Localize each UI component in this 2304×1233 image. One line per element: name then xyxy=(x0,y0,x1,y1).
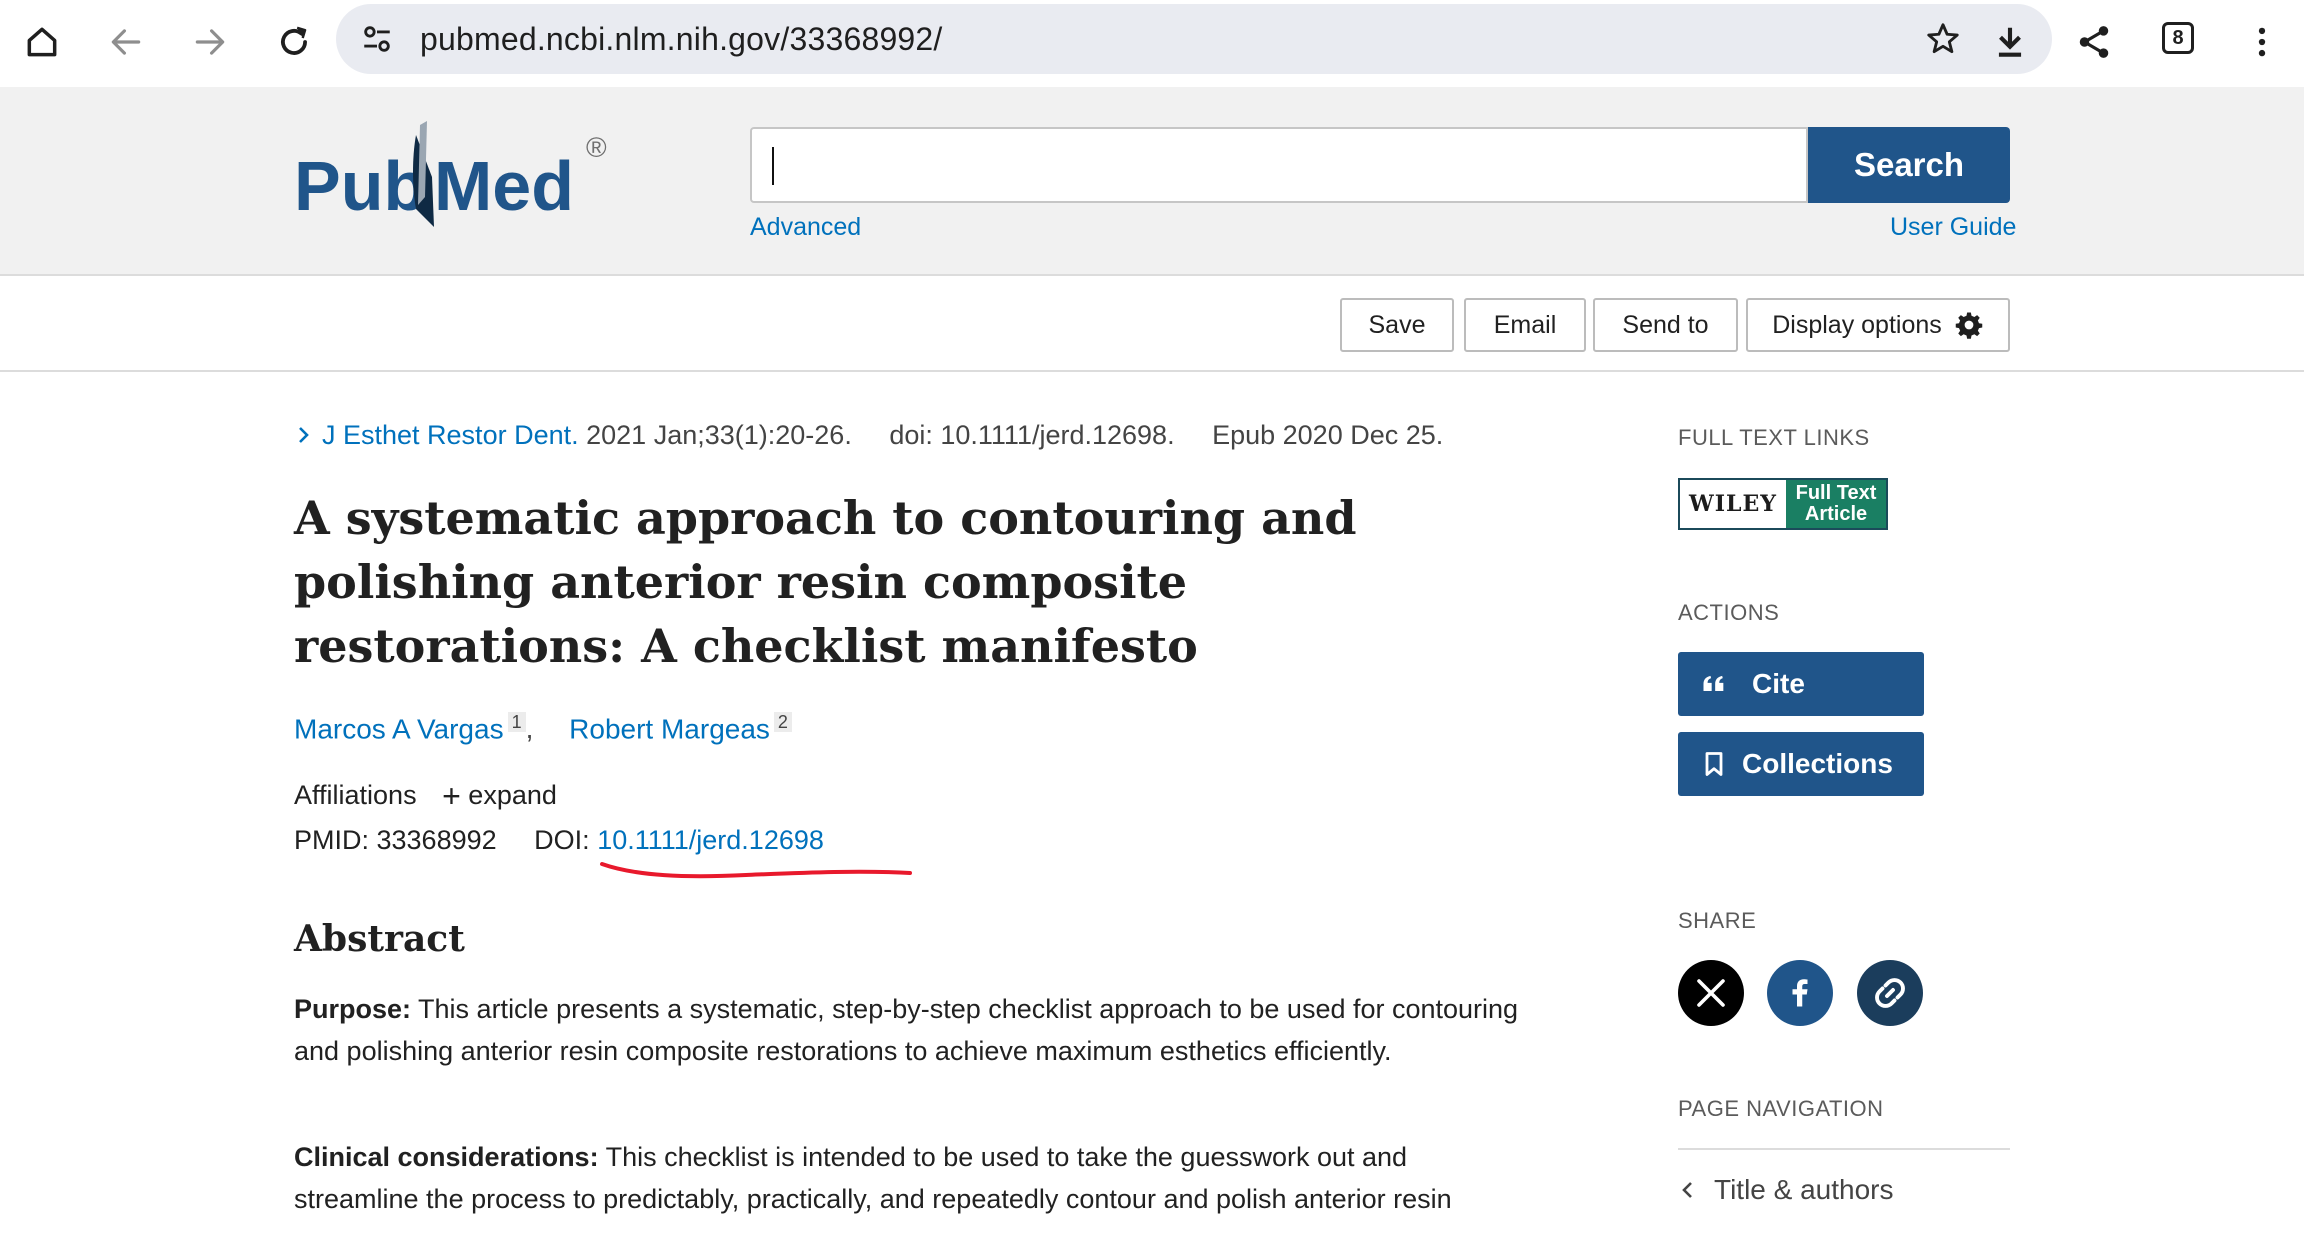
author-link[interactable]: Marcos A Vargas xyxy=(294,713,504,744)
collections-label: Collections xyxy=(1742,748,1893,779)
expand-label: expand xyxy=(468,780,557,810)
notification-marker xyxy=(2200,0,2304,4)
divider xyxy=(1678,1148,2010,1150)
page-nav-title-authors[interactable]: Title & authors xyxy=(1678,1174,1893,1206)
full-text-links-heading: FULL TEXT LINKS xyxy=(1678,425,1870,450)
send-to-button[interactable]: Send to xyxy=(1593,298,1738,352)
email-button[interactable]: Email xyxy=(1464,298,1586,352)
actions-heading: ACTIONS xyxy=(1678,600,1780,625)
cite-button[interactable]: Cite xyxy=(1678,652,1924,716)
forward-arrow-icon[interactable] xyxy=(182,14,238,70)
abstract-heading: Abstract xyxy=(294,918,465,960)
authors-list: Marcos A Vargas 1, Robert Margeas 2 xyxy=(294,712,792,745)
reload-icon[interactable] xyxy=(266,14,322,70)
url-text[interactable]: pubmed.ncbi.nlm.nih.gov/33368992/ xyxy=(420,21,943,58)
browser-toolbar: pubmed.ncbi.nlm.nih.gov/33368992/ 8 xyxy=(0,0,2304,87)
affiliations-row: Affiliations + expand xyxy=(294,778,557,815)
copy-link-button[interactable] xyxy=(1857,960,1923,1026)
author-affiliation-ref[interactable]: 2 xyxy=(773,712,792,732)
logo-registered: ® xyxy=(586,132,607,163)
text-caret xyxy=(772,147,774,185)
citation-epub: Epub 2020 Dec 25. xyxy=(1212,420,1444,450)
article-toolbar: Save Email Send to Display options xyxy=(0,276,2304,372)
logo-text-pub: Pub xyxy=(294,147,426,225)
clinical-label: Clinical considerations: xyxy=(294,1142,599,1172)
search-button[interactable]: Search xyxy=(1808,127,2010,203)
page-navigation-heading: PAGE NAVIGATION xyxy=(1678,1096,1884,1121)
quote-icon xyxy=(1703,675,1724,691)
wiley-line-2: Article xyxy=(1804,503,1868,525)
link-icon xyxy=(1875,978,1905,1008)
search-input[interactable] xyxy=(750,127,1808,203)
page-nav-label: Title & authors xyxy=(1714,1174,1894,1205)
bookmark-star-icon[interactable] xyxy=(1924,20,1962,58)
save-button[interactable]: Save xyxy=(1340,298,1454,352)
share-icon[interactable] xyxy=(2066,14,2122,70)
affiliations-label: Affiliations xyxy=(294,780,417,810)
pubmed-logo[interactable]: Pub Med ® xyxy=(294,117,624,227)
share-facebook-button[interactable] xyxy=(1767,960,1833,1026)
facebook-icon xyxy=(1792,979,1808,1007)
share-heading: SHARE xyxy=(1678,908,1757,933)
doi-label: DOI: xyxy=(534,825,590,855)
share-x-button[interactable] xyxy=(1678,960,1744,1026)
abstract-clinical: Clinical considerations: This checklist … xyxy=(294,1136,1524,1220)
identifiers-row: PMID: 33368992 DOI: 10.1111/jerd.12698 xyxy=(294,825,824,856)
expand-affiliations-toggle[interactable]: + expand xyxy=(424,778,557,814)
chevron-left-icon xyxy=(1682,1182,1692,1198)
doi-link[interactable]: 10.1111/jerd.12698 xyxy=(597,825,824,855)
chevron-right-icon[interactable] xyxy=(294,425,314,445)
wiley-line-1: Full Text xyxy=(1795,482,1877,504)
display-options-label: Display options xyxy=(1772,310,1942,339)
article-title: A systematic approach to contouring and … xyxy=(294,491,1357,673)
purpose-text: This article presents a systematic, step… xyxy=(294,994,1519,1066)
address-bar[interactable]: pubmed.ncbi.nlm.nih.gov/33368992/ xyxy=(336,4,2052,74)
abstract-purpose: Purpose: This article presents a systema… xyxy=(294,988,1524,1072)
citation-line: J Esthet Restor Dent. 2021 Jan;33(1):20-… xyxy=(294,420,1443,451)
more-menu-icon[interactable] xyxy=(2234,14,2290,70)
display-options-button[interactable]: Display options xyxy=(1746,298,2010,352)
advanced-search-link[interactable]: Advanced xyxy=(750,213,861,242)
back-arrow-icon[interactable] xyxy=(98,14,154,70)
wiley-full-text-link[interactable]: WILEY Full Text Article xyxy=(1678,478,1888,530)
pubmed-header: Pub Med ® Search Advanced User Guide xyxy=(0,87,2304,276)
collections-button[interactable]: Collections xyxy=(1678,732,1924,796)
site-settings-icon[interactable] xyxy=(360,22,394,56)
bookmark-icon xyxy=(1705,752,1723,776)
purpose-label: Purpose: xyxy=(294,994,412,1024)
red-underline-annotation xyxy=(600,862,912,879)
gear-icon xyxy=(1955,312,1983,339)
author-link[interactable]: Robert Margeas xyxy=(569,713,770,744)
wiley-brand: WILEY xyxy=(1680,480,1786,528)
cite-label: Cite xyxy=(1752,668,1805,699)
journal-link[interactable]: J Esthet Restor Dent. xyxy=(322,420,579,450)
home-icon[interactable] xyxy=(14,14,70,70)
citation-doi: doi: 10.1111/jerd.12698. xyxy=(889,420,1175,450)
plus-icon: + xyxy=(442,778,461,814)
pmid-text: PMID: 33368992 xyxy=(294,825,497,855)
download-icon[interactable] xyxy=(1982,14,2038,70)
tab-count-button[interactable]: 8 xyxy=(2162,22,2194,54)
user-guide-link[interactable]: User Guide xyxy=(1890,213,2016,242)
citation-issue: 2021 Jan;33(1):20-26. xyxy=(586,420,852,450)
logo-text-med: Med xyxy=(434,147,574,225)
wiley-full-text-label: Full Text Article xyxy=(1786,480,1886,528)
author-affiliation-ref[interactable]: 1 xyxy=(507,712,526,732)
x-logo-icon xyxy=(1697,979,1725,1007)
